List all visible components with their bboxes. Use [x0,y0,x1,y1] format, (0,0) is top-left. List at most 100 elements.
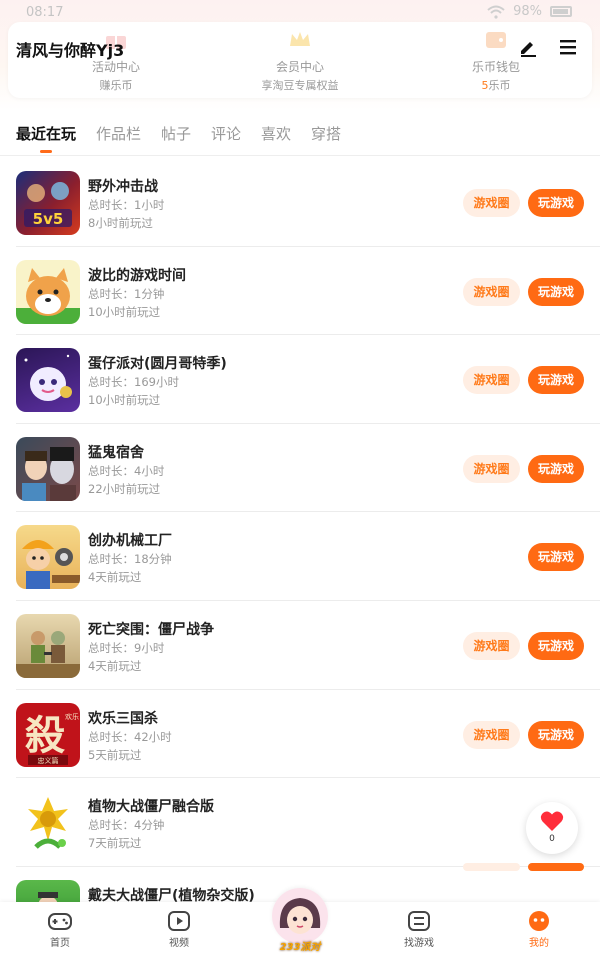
list-item[interactable]: 创办机械工厂 总时长：18分钟 4天前玩过 玩游戏 [0,512,600,601]
svg-text:5v5: 5v5 [33,210,64,228]
game-name: 死亡突围：僵尸战争 [88,621,214,638]
list-item[interactable]: 殺 欢乐 忠义篇 欢乐三国杀 总时长：42小时 5天前玩过 游戏圈 玩游戏 [0,690,600,779]
list-item[interactable]: 猛鬼宿舍 总时长：4小时 22小时前玩过 游戏圈 玩游戏 [0,424,600,513]
tab-recently-played[interactable]: 最近在玩 [16,123,76,144]
shortcut-label: 会员中心 [275,60,324,74]
gamepad-icon [48,913,72,930]
tab-works[interactable]: 作品栏 [96,123,141,144]
battery-icon [550,6,572,17]
floating-like-button[interactable]: 0 [526,802,578,854]
game-last-played: 5天前玩过 [88,747,142,762]
svg-text:殺: 殺 [25,712,65,759]
game-circle-button[interactable]: 游戏圈 [463,366,520,395]
bottom-nav: 首页 视频 233派对 找游戏 我的 [0,888,600,960]
play-game-button[interactable]: 玩游戏 [528,366,584,395]
game-circle-button[interactable]: 游戏圈 [463,720,520,749]
game-total-time: 总时长：1分钟 [88,286,165,301]
game-name: 创办机械工厂 [88,533,172,550]
nav-find-games[interactable]: 找游戏 [389,910,449,949]
tab-posts[interactable]: 帖子 [161,123,191,144]
game-name: 猛鬼宿舍 [88,444,144,461]
shortcut-label: 乐币钱包 [471,60,520,74]
nav-party-avatar[interactable] [272,888,328,944]
game-total-time: 总时长：18分钟 [88,552,172,567]
list-item[interactable]: 波比的游戏时间 总时长：1分钟 10小时前玩过 游戏圈 玩游戏 [0,247,600,336]
game-icon [16,525,80,590]
like-count: 0 [549,834,555,844]
svg-text:欢乐: 欢乐 [65,712,79,721]
game-circle-button[interactable]: 游戏圈 [463,454,520,483]
nav-mine[interactable]: 我的 [509,910,569,949]
list-item[interactable]: 死亡突围：僵尸战争 总时长：9小时 4天前玩过 游戏圈 玩游戏 [0,601,600,690]
game-total-time: 总时长：4小时 [88,463,165,478]
shortcut-coin-wallet[interactable]: 乐币钱包 5乐币 [436,22,556,98]
edit-icon[interactable] [517,36,539,58]
game-last-played: 10小时前玩过 [88,304,161,319]
nav-label: 视频 [169,938,189,949]
coin-balance: 5 [481,79,489,92]
list-icon [408,911,430,931]
play-game-button[interactable] [528,862,584,871]
nav-home[interactable]: 首页 [30,910,90,949]
list-item[interactable]: 5v5 野外冲击战 总时长：1小时 8小时前玩过 游戏圈 玩游戏 [0,158,600,247]
game-total-time: 总时长：1小时 [88,198,165,212]
game-last-played: 8小时前玩过 [88,216,153,230]
play-game-button[interactable]: 玩游戏 [528,277,584,306]
game-circle-button[interactable]: 游戏圈 [463,189,520,217]
nav-label: 首页 [50,938,70,949]
list-item[interactable]: 蛋仔派对(圆月哥特季) 总时长：169小时 10小时前玩过 游戏圈 玩游戏 [0,335,600,424]
username: 清风与你醉Yj3 [16,41,125,60]
battery-level: 98% [513,4,542,19]
shortcut-sub: 5乐币 [481,79,511,92]
list-item[interactable]: 植物大战僵尸融合版 总时长：4分钟 7天前玩过 [0,778,600,867]
profile-face-icon [529,911,549,931]
game-name: 欢乐三国杀 [88,710,158,727]
game-circle-button[interactable] [463,862,520,871]
play-game-button[interactable]: 玩游戏 [528,189,584,217]
tab-comments[interactable]: 评论 [211,123,241,144]
svg-text:忠义篇: 忠义篇 [38,756,59,765]
game-total-time: 总时长：4分钟 [88,818,165,833]
game-icon [16,436,80,501]
recent-games-list: 5v5 野外冲击战 总时长：1小时 8小时前玩过 游戏圈 玩游戏 波比的游戏时间… [0,158,600,955]
game-icon [16,348,80,413]
profile-page: 活动中心 赚乐币 会员中心 享淘豆专属权益 乐币钱包 5乐币 08:17 98%… [0,0,600,960]
tab-likes[interactable]: 喜欢 [261,123,291,144]
status-bar: 08:17 98% [0,0,600,26]
tab-outfits[interactable]: 穿搭 [311,123,341,144]
shortcut-sub: 赚乐币 [99,79,133,92]
game-icon: 殺 欢乐 忠义篇 [16,702,80,767]
game-icon [16,259,80,324]
wallet-icon [486,32,506,48]
play-game-button[interactable]: 玩游戏 [528,543,584,572]
shortcut-sub: 享淘豆专属权益 [261,79,339,92]
game-name: 植物大战僵尸融合版 [88,799,214,816]
game-last-played: 7天前玩过 [88,836,142,851]
menu-icon[interactable] [557,36,579,58]
game-total-time: 总时长：169小时 [88,375,179,390]
game-circle-button[interactable]: 游戏圈 [463,631,520,660]
game-last-played: 4天前玩过 [88,570,142,585]
game-icon: 5v5 [16,171,80,235]
play-game-button[interactable]: 玩游戏 [528,454,584,483]
game-total-time: 总时长：42小时 [88,729,172,744]
game-circle-button[interactable]: 游戏圈 [463,277,520,306]
nav-video[interactable]: 视频 [149,910,209,949]
crown-icon [290,32,310,46]
game-last-played: 10小时前玩过 [88,393,161,408]
heart-icon [540,811,564,831]
game-name: 蛋仔派对(圆月哥特季) [88,356,227,373]
status-time: 08:17 [26,5,64,20]
profile-tabs: 最近在玩 作品栏 帖子 评论 喜欢 穿搭 [0,116,600,156]
play-game-button[interactable]: 玩游戏 [528,720,584,749]
active-tab-indicator [40,150,52,153]
video-play-icon [168,911,190,931]
wifi-icon [487,5,505,19]
game-icon [16,791,80,856]
game-icon [16,613,80,678]
game-total-time: 总时长：9小时 [88,640,165,655]
game-name: 野外冲击战 [88,179,158,195]
nav-label: 我的 [529,938,549,949]
play-game-button[interactable]: 玩游戏 [528,631,584,660]
shortcut-member-center[interactable]: 会员中心 享淘豆专属权益 [236,22,364,98]
